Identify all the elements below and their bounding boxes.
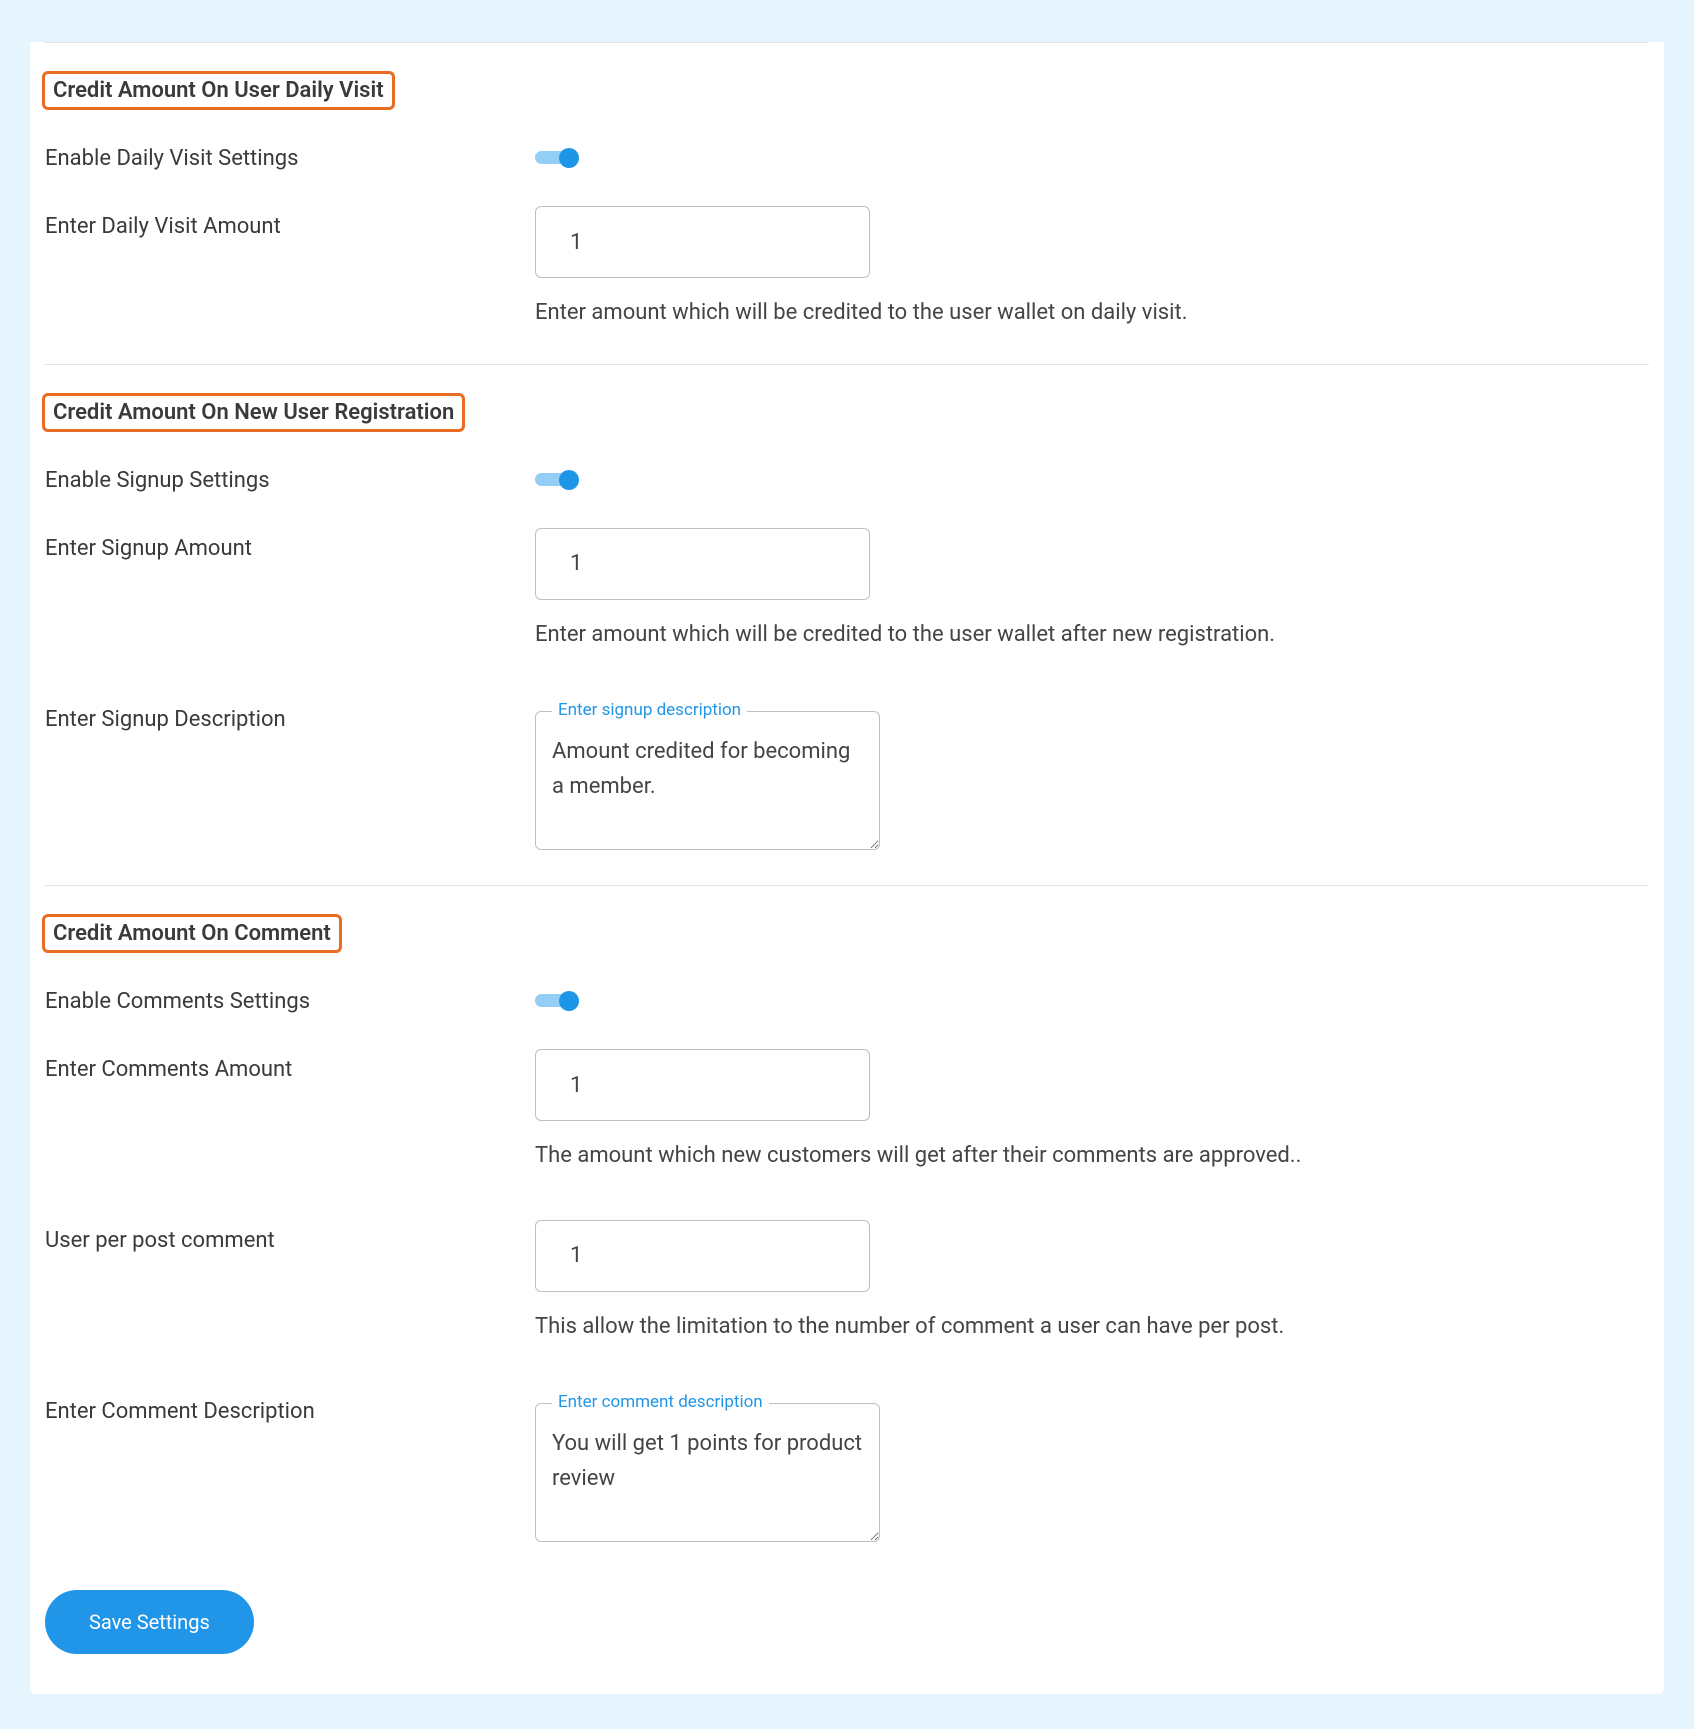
label-daily-visit-amount: Enter Daily Visit Amount (45, 206, 535, 239)
legend-signup-description: Enter signup description (552, 700, 747, 720)
settings-panel: Credit Amount On User Daily Visit Enable… (30, 42, 1664, 1694)
help-per-post-comment: This allow the limitation to the number … (535, 1312, 1649, 1343)
label-enable-comments: Enable Comments Settings (45, 981, 535, 1014)
section-header-comment: Credit Amount On Comment (42, 914, 342, 953)
toggle-daily-visit[interactable] (535, 148, 577, 166)
input-signup-amount[interactable] (535, 528, 870, 600)
input-comments-amount[interactable] (535, 1049, 870, 1121)
toggle-signup[interactable] (535, 470, 577, 488)
section-header-daily-visit: Credit Amount On User Daily Visit (42, 71, 395, 110)
divider (45, 885, 1649, 886)
toggle-comments[interactable] (535, 991, 577, 1009)
help-daily-visit-amount: Enter amount which will be credited to t… (535, 298, 1649, 329)
label-enable-daily-visit: Enable Daily Visit Settings (45, 138, 535, 171)
row-signup-description: Enter Signup Description Enter signup de… (45, 699, 1649, 851)
row-daily-visit-amount: Enter Daily Visit Amount Enter amount wh… (45, 206, 1649, 329)
label-signup-description: Enter Signup Description (45, 699, 535, 732)
fieldset-signup-description: Enter signup description (535, 711, 880, 851)
legend-comment-description: Enter comment description (552, 1392, 769, 1412)
row-enable-signup: Enable Signup Settings (45, 460, 1649, 493)
help-comments-amount: The amount which new customers will get … (535, 1141, 1649, 1172)
row-comment-description: Enter Comment Description Enter comment … (45, 1391, 1649, 1543)
help-signup-amount: Enter amount which will be credited to t… (535, 620, 1649, 651)
label-per-post-comment: User per post comment (45, 1220, 535, 1253)
label-enable-signup: Enable Signup Settings (45, 460, 535, 493)
row-enable-daily-visit: Enable Daily Visit Settings (45, 138, 1649, 171)
row-comments-amount: Enter Comments Amount The amount which n… (45, 1049, 1649, 1172)
divider (45, 42, 1649, 43)
section-header-signup: Credit Amount On New User Registration (42, 393, 465, 432)
row-signup-amount: Enter Signup Amount Enter amount which w… (45, 528, 1649, 651)
fieldset-comment-description: Enter comment description (535, 1403, 880, 1543)
row-per-post-comment: User per post comment This allow the lim… (45, 1220, 1649, 1343)
label-comment-description: Enter Comment Description (45, 1391, 535, 1424)
textarea-comment-description[interactable] (536, 1404, 879, 1542)
label-comments-amount: Enter Comments Amount (45, 1049, 535, 1082)
textarea-signup-description[interactable] (536, 712, 879, 850)
input-daily-visit-amount[interactable] (535, 206, 870, 278)
input-per-post-comment[interactable] (535, 1220, 870, 1292)
row-enable-comments: Enable Comments Settings (45, 981, 1649, 1014)
label-signup-amount: Enter Signup Amount (45, 528, 535, 561)
divider (45, 364, 1649, 365)
save-settings-button[interactable]: Save Settings (45, 1590, 254, 1654)
